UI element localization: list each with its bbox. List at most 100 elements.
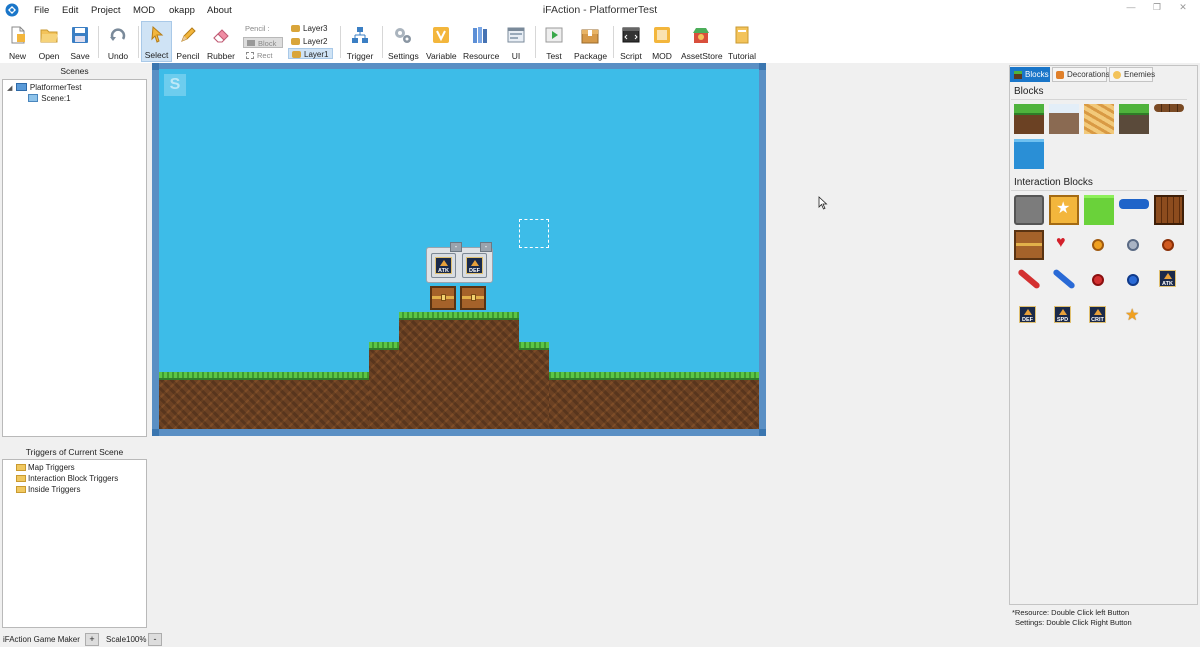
atk-palette-item[interactable]: ATK — [1156, 267, 1181, 292]
minimize-button[interactable]: — — [1120, 1, 1142, 14]
atk-icon: ATK — [1159, 270, 1176, 287]
undo-button[interactable]: Undo — [105, 23, 131, 61]
rubber-tool-button[interactable]: Rubber — [206, 23, 236, 61]
spiky-grass-block-tile[interactable] — [1119, 104, 1149, 134]
tab-enemies[interactable]: Enemies — [1109, 67, 1155, 82]
ui-button[interactable]: UI — [505, 23, 527, 61]
trigger-folder-interaction[interactable]: Interaction Block Triggers — [16, 474, 118, 483]
menu-project[interactable]: Project — [91, 5, 121, 16]
trigger-folder-label: Map Triggers — [28, 463, 75, 472]
star-question-block-tile[interactable]: ★ — [1049, 195, 1079, 225]
toolbar-separator — [98, 26, 99, 58]
resize-handle[interactable] — [152, 429, 159, 436]
rope-bridge-tile[interactable] — [1154, 104, 1184, 112]
layer-label: Layer1 — [304, 50, 329, 59]
game-view[interactable]: S - - ATK DEF — [159, 69, 759, 429]
menu-file[interactable]: File — [34, 5, 49, 16]
collapse-button[interactable]: - — [480, 242, 492, 252]
wooden-crate-tile[interactable] — [1154, 195, 1184, 225]
select-tool-button[interactable]: Select — [141, 21, 172, 62]
floppy-disk-icon — [72, 27, 88, 43]
zoom-in-button[interactable]: + — [85, 633, 99, 646]
trigger-button[interactable]: Trigger — [345, 23, 375, 61]
expand-arrow-icon[interactable]: ◢ — [7, 85, 12, 92]
chest-tile[interactable] — [1014, 230, 1044, 260]
spawn-point-marker[interactable]: S — [164, 74, 186, 96]
package-label: Package — [574, 51, 608, 61]
restore-button[interactable]: ❐ — [1146, 1, 1168, 14]
collapse-button[interactable]: - — [450, 242, 462, 252]
palette-hint: *Resource: Double Click left Button Sett… — [1012, 608, 1132, 628]
zoom-out-button[interactable]: - — [148, 633, 162, 646]
layer-item-1[interactable]: Layer1 — [288, 48, 333, 59]
treasure-chest[interactable] — [430, 286, 456, 310]
package-icon — [581, 29, 599, 44]
test-button[interactable]: Test — [542, 23, 566, 61]
treasure-chest[interactable] — [460, 286, 486, 310]
layer-item-3[interactable]: Layer3 — [288, 23, 333, 34]
pencil-tool-button[interactable]: Pencil — [176, 23, 200, 61]
resize-handle[interactable] — [759, 429, 766, 436]
snow-block-tile[interactable] — [1049, 104, 1079, 134]
mod-label: MOD — [652, 51, 672, 61]
water-block-tile[interactable] — [1014, 139, 1044, 169]
def-item[interactable]: DEF — [462, 253, 487, 278]
stone-block-tile[interactable] — [1014, 195, 1044, 225]
tab-blocks[interactable]: Blocks — [1010, 67, 1050, 82]
resize-handle[interactable] — [759, 63, 766, 70]
star-item-icon[interactable]: ★ — [1125, 305, 1139, 325]
atk-item[interactable]: ATK — [431, 253, 456, 278]
pencil-mode-rect[interactable]: Rect — [243, 50, 283, 61]
silver-coin-icon[interactable] — [1127, 239, 1139, 251]
heart-icon[interactable]: ♥ — [1056, 234, 1066, 252]
title-bar: File Edit Project MOD okapp About iFActi… — [0, 0, 1200, 21]
package-button[interactable]: Package — [574, 23, 608, 61]
tab-decorations[interactable]: Decorations — [1052, 67, 1110, 82]
folder-icon — [16, 475, 26, 482]
settings-button[interactable]: Settings — [388, 23, 419, 61]
ground-right[interactable] — [541, 379, 759, 429]
grass-block-tile[interactable] — [1014, 104, 1044, 134]
close-button[interactable]: ✕ — [1172, 1, 1194, 14]
layer-item-2[interactable]: Layer2 — [288, 36, 333, 47]
resize-handle[interactable] — [152, 63, 159, 70]
trigger-folder-inside[interactable]: Inside Triggers — [16, 485, 80, 494]
save-button[interactable]: Save — [68, 23, 92, 61]
script-button[interactable]: Script — [618, 23, 644, 61]
pencil-mode-block[interactable]: Block — [243, 37, 283, 48]
scene-name: Scene:1 — [41, 94, 71, 103]
sand-block-tile[interactable] — [1084, 104, 1114, 134]
resource-button[interactable]: Resource — [463, 23, 499, 61]
blocks-section-title: Blocks — [1014, 86, 1044, 97]
menu-edit[interactable]: Edit — [62, 5, 78, 16]
open-button[interactable]: Open — [36, 23, 62, 61]
menu-mod[interactable]: MOD — [133, 5, 155, 16]
copper-coin-icon[interactable] — [1162, 239, 1174, 251]
spd-palette-item[interactable]: SPD — [1051, 303, 1076, 328]
scene-canvas[interactable]: S - - ATK DEF — [152, 63, 766, 436]
ground-left[interactable] — [159, 379, 379, 429]
blue-platform-tile[interactable] — [1119, 199, 1149, 209]
gold-coin-icon[interactable] — [1092, 239, 1104, 251]
def-palette-item[interactable]: DEF — [1016, 303, 1041, 328]
assetstore-button[interactable]: AssetStore — [681, 23, 723, 61]
scene-tree-project[interactable]: ◢ PlatformerTest — [7, 83, 81, 92]
scenes-tree: ◢ PlatformerTest Scene:1 — [2, 79, 147, 437]
crit-palette-item[interactable]: CRIT — [1086, 303, 1111, 328]
top-hill[interactable] — [399, 319, 519, 429]
menu-okapp[interactable]: okapp — [169, 5, 195, 16]
menu-about[interactable]: About — [207, 5, 232, 16]
tutorial-button[interactable]: Tutorial — [727, 23, 757, 61]
scene-tree-item[interactable]: Scene:1 — [28, 94, 71, 103]
blue-orb-icon[interactable] — [1127, 274, 1139, 286]
trigger-folder-map[interactable]: Map Triggers — [16, 463, 75, 472]
mod-button[interactable]: MOD — [650, 23, 674, 61]
green-block-tile[interactable] — [1084, 195, 1114, 225]
layer-icon — [292, 51, 301, 58]
toolbar-separator — [340, 26, 341, 58]
variable-icon — [433, 27, 449, 43]
red-orb-icon[interactable] — [1092, 274, 1104, 286]
books-icon — [473, 27, 487, 43]
new-button[interactable]: New — [5, 23, 30, 61]
variable-button[interactable]: Variable — [426, 23, 457, 61]
